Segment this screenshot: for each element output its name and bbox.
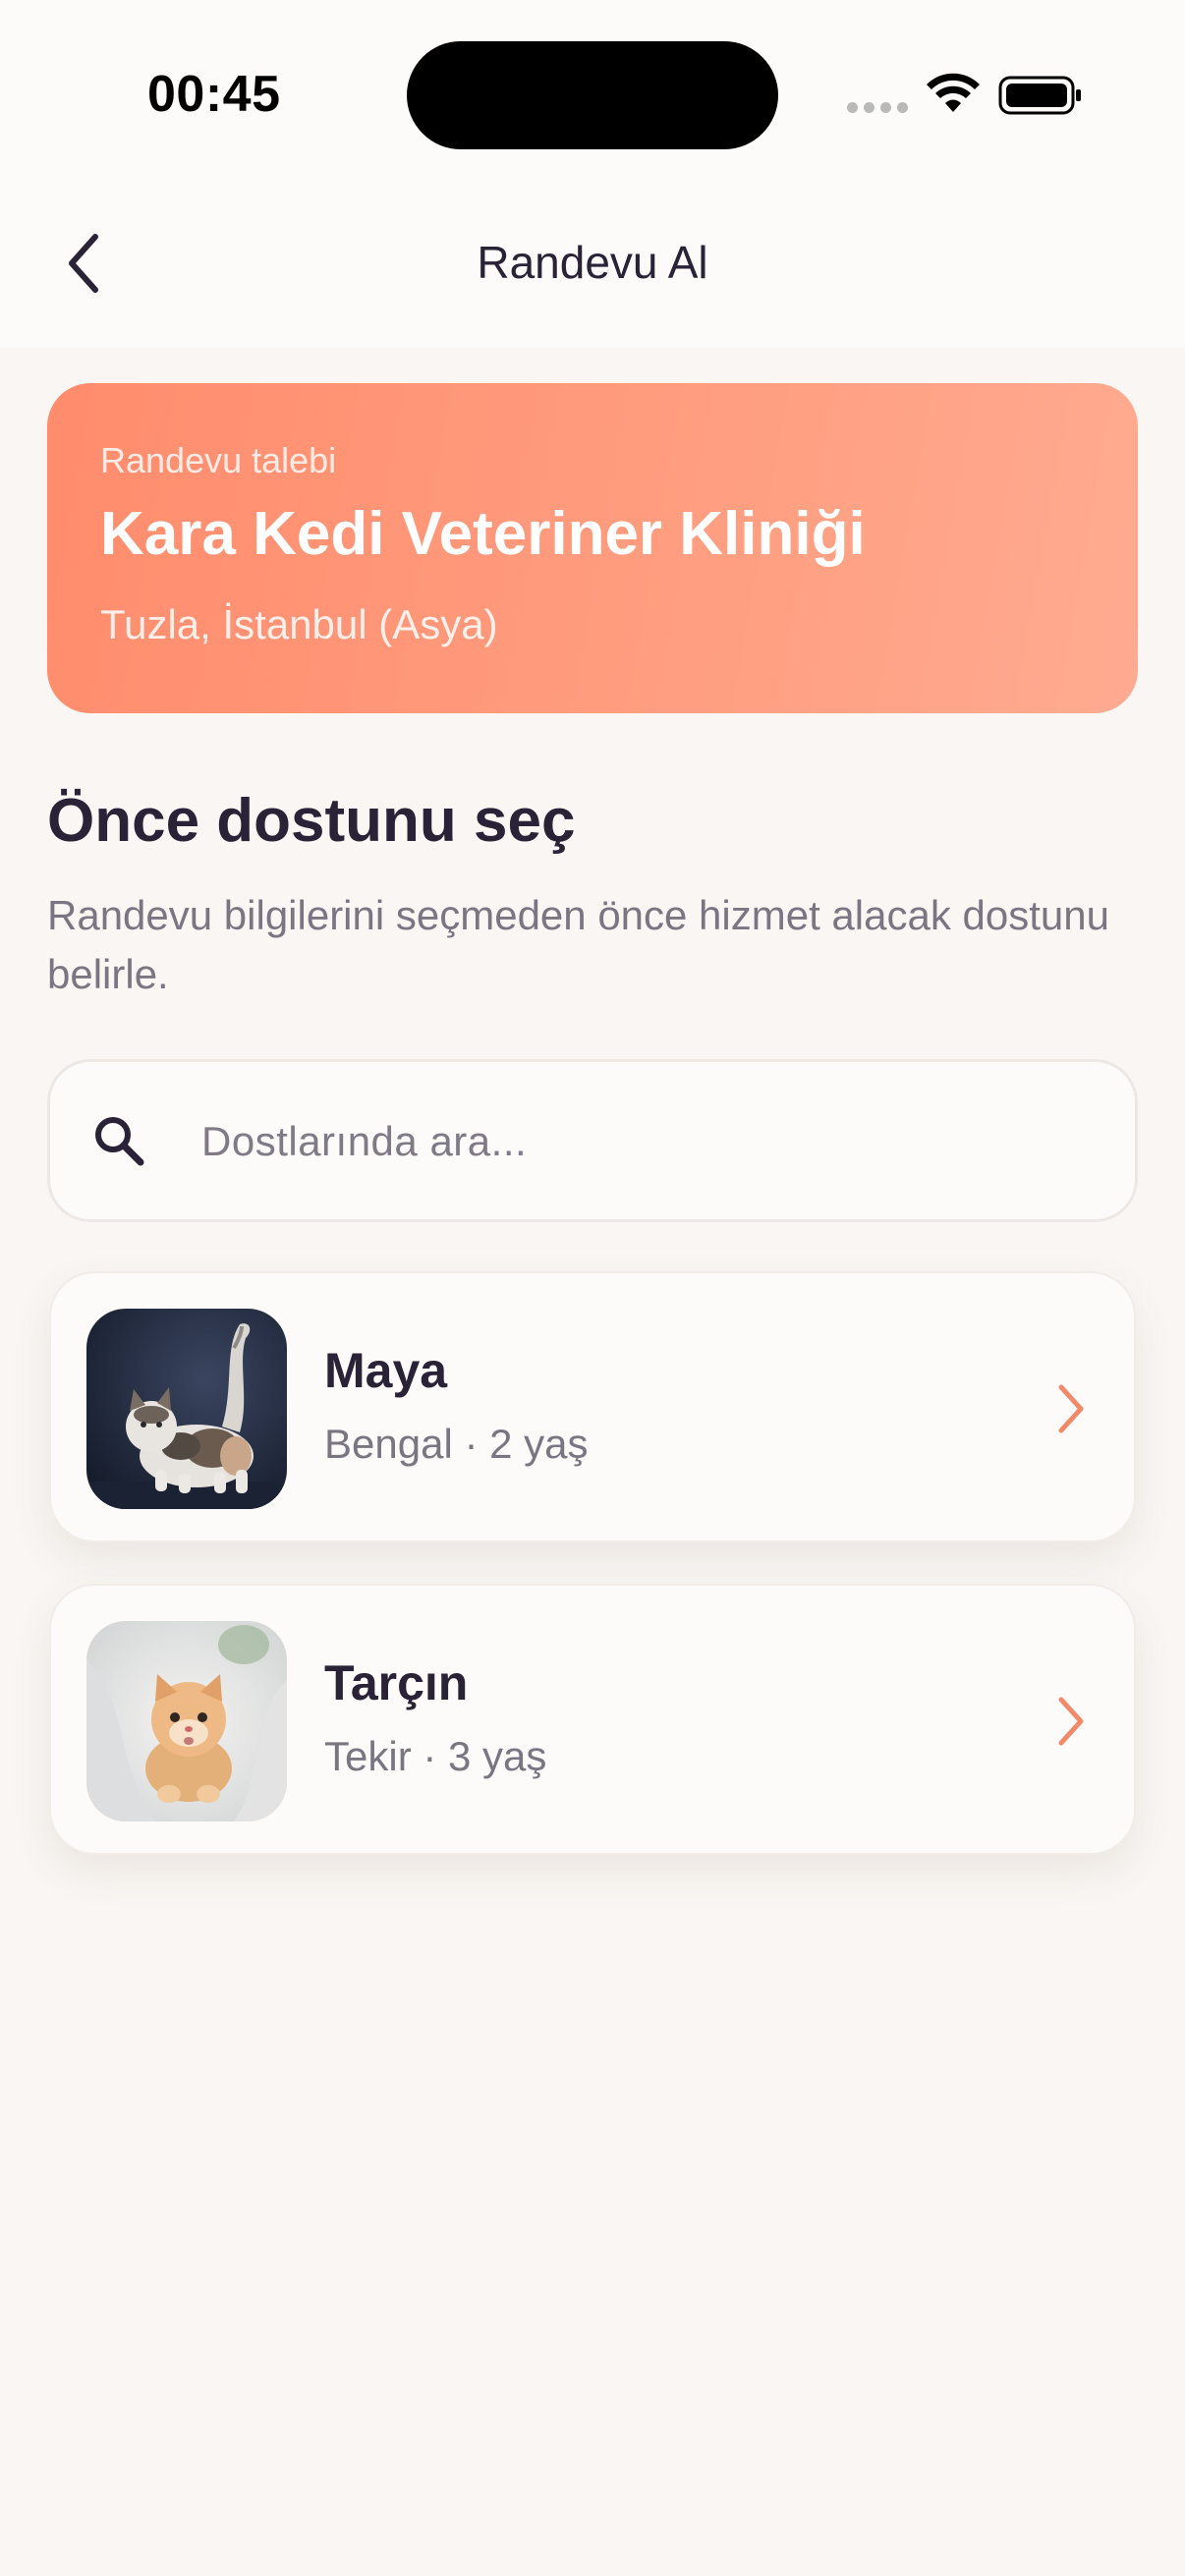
battery-icon [998, 76, 1081, 115]
pet-card-tarcin[interactable]: Tarçın Tekir · 3 yaş [49, 1584, 1136, 1855]
chevron-right-icon [1058, 1697, 1084, 1746]
pet-photo [86, 1309, 287, 1509]
clinic-location: Tuzla, İstanbul (Asya) [100, 601, 498, 647]
search-input[interactable] [201, 1097, 1086, 1186]
nav-bar: Randevu Al [0, 187, 1185, 348]
status-bar: 00:45 [0, 0, 1185, 187]
page-title: Randevu Al [477, 237, 708, 288]
clinic-name: Kara Kedi Veteriner Kliniği [100, 500, 866, 568]
pet-card-maya[interactable]: Maya Bengal · 2 yaş [49, 1271, 1136, 1542]
chevron-right-icon [1058, 1384, 1084, 1433]
clinic-card: Randevu talebi Kara Kedi Veteriner Klini… [47, 383, 1138, 713]
status-time: 00:45 [147, 66, 281, 123]
pet-breed-age: Bengal · 2 yaş [324, 1421, 589, 1467]
clinic-label: Randevu talebi [100, 440, 337, 480]
dynamic-island [407, 41, 778, 149]
search-box[interactable] [47, 1059, 1138, 1222]
pet-name: Tarçın [324, 1655, 469, 1710]
section-title: Önce dostunu seç [47, 787, 576, 855]
wifi-icon [927, 73, 980, 112]
search-icon [95, 1117, 144, 1166]
pet-photo [86, 1621, 287, 1821]
pet-name: Maya [324, 1343, 448, 1398]
section-subtitle: Randevu bilgilerini seçmeden önce hizmet… [47, 892, 1109, 997]
pet-breed-age: Tekir · 3 yaş [324, 1733, 547, 1779]
cellular-signal-icon [847, 102, 908, 114]
